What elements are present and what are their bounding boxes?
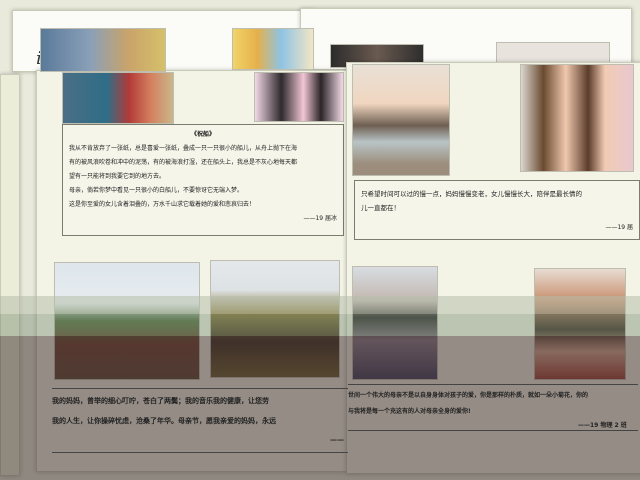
poem-title: 《祝船》 — [190, 131, 215, 138]
overlay-band-green — [0, 314, 640, 336]
right-bottom-caption: 世间一个伟大的母亲不是以自身身体对孩子的爱，你是那样的朴质，就如一朵小菊花，你的 — [348, 392, 589, 399]
family-photo-top-left — [40, 28, 166, 72]
right-bottom-signature: ——19 物理 2 班 — [578, 422, 627, 429]
overlay-band-light — [0, 296, 640, 314]
poem-line: 望有一只能将到我要它到的地方去。 — [69, 173, 166, 180]
right-bottom-rule — [348, 384, 638, 385]
left-bottom-caption: 我的妈妈，曾举的细心叮咛，苍白了两鬓；我的音乐我的健康，让您劳 — [52, 397, 269, 405]
poem-line: 我从不肯放弃了一张纸，总是喜爱一张纸，叠成一只一只很小的船儿，从舟上抛下在海 — [69, 145, 298, 152]
poem-line: 这是你至爱的女儿含着泪叠的，万水千山求它载着她的爱和悲哀归去！ — [69, 201, 256, 208]
left-bottom-rule — [52, 452, 348, 453]
kids-photo-top — [232, 28, 314, 70]
left-bottom-rule — [52, 388, 348, 389]
right-caption-line: 只希望时间可以过的慢一点，妈妈慢慢变老，女儿慢慢长大，陪伴是最长情的 — [361, 190, 582, 198]
kids-photo-mid — [254, 72, 344, 122]
poem-signature: ——19 届冰 — [303, 215, 337, 222]
poem-box: 《祝船》 我从不肯放弃了一张纸，总是喜爱一张纸，叠成一只一只很小的船儿，从舟上抛… — [62, 124, 344, 236]
mother-daughter-selfie-2 — [520, 64, 634, 172]
mother-daughter-selfie-1 — [352, 64, 450, 176]
family-photo-mother-child — [62, 72, 174, 124]
poem-line: 有的被风浪吹卷和冲中的泥荡，有的被海浪打湿，还在船头上，我总是不灰心地每天都 — [69, 159, 298, 166]
right-caption-signature: ——19 届 — [605, 224, 633, 231]
left-bottom-signature: —— — [330, 436, 344, 444]
left-bottom-caption: 我的人生，让你操碎忧虑，沧桑了年华。母亲节，愿我亲爱的妈妈，永远 — [52, 417, 276, 425]
right-bottom-caption: 与我将是每一个充这有的人对母亲全身的爱你! — [348, 408, 471, 415]
right-caption-box: 只希望时间可以过的慢一点，妈妈慢慢变老，女儿慢慢长大，陪伴是最长情的 儿一直都在… — [354, 180, 640, 240]
poem-line: 母亲，倘若你梦中看见一只很小的白船儿，不要惊讶它无端入梦。 — [69, 187, 244, 194]
right-caption-line: 儿一直都在！ — [361, 204, 400, 212]
right-bottom-rule — [348, 430, 638, 431]
